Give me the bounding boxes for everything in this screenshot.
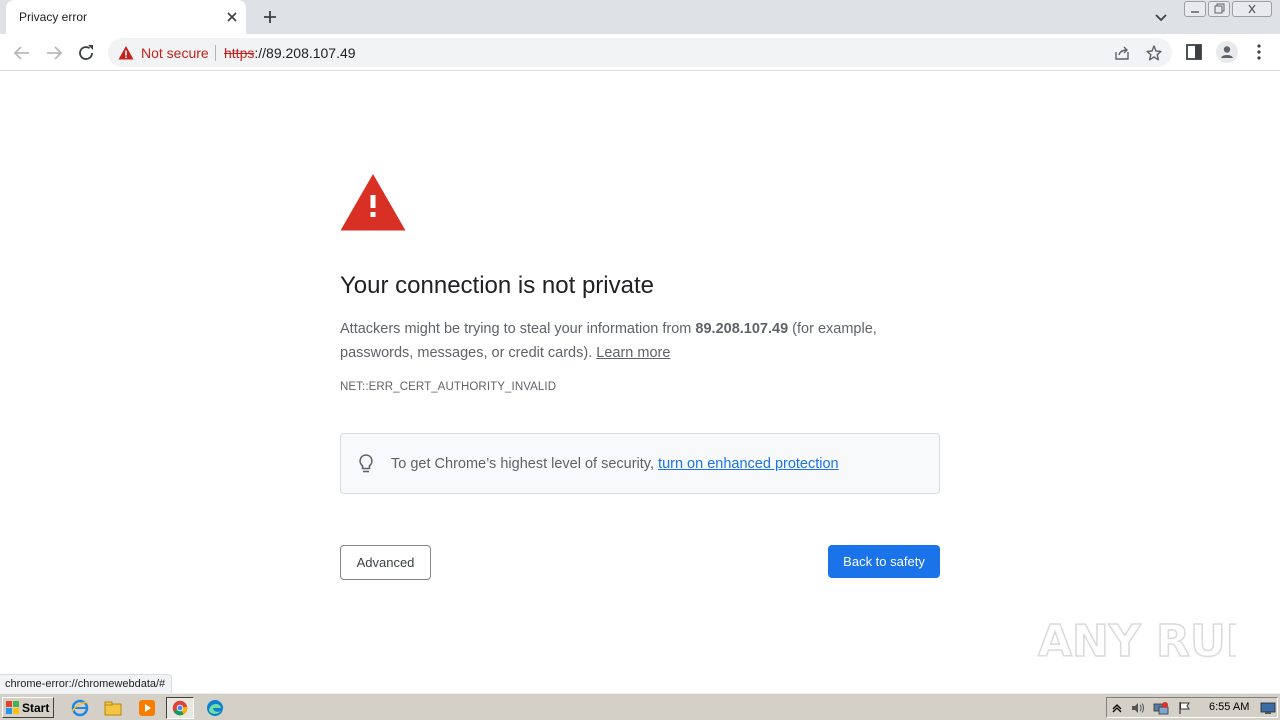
chrome-icon[interactable]	[166, 697, 194, 719]
close-window-button[interactable]	[1232, 1, 1272, 17]
minimize-button[interactable]	[1184, 1, 1206, 17]
interstitial-page: Your connection is not private Attackers…	[0, 72, 1280, 693]
learn-more-link[interactable]: Learn more	[596, 345, 670, 361]
url-scheme: https	[224, 45, 255, 61]
back-to-safety-button[interactable]: Back to safety	[828, 545, 940, 578]
volume-icon[interactable]	[1129, 700, 1145, 716]
lightbulb-icon	[359, 454, 373, 473]
url-text[interactable]: https://89.208.107.49	[224, 45, 356, 61]
enhanced-protection-box: To get Chrome’s highest level of securit…	[340, 433, 940, 494]
tab-title: Privacy error	[19, 10, 88, 24]
close-tab-icon[interactable]	[222, 7, 242, 27]
ie-icon[interactable]	[69, 697, 91, 719]
tab-strip: Privacy error	[0, 0, 1280, 34]
start-button[interactable]: Start	[2, 697, 54, 718]
system-tray: 6:55 AM	[1106, 697, 1278, 718]
error-code: NET::ERR_CERT_AUTHORITY_INVALID	[340, 381, 557, 393]
chevron-down-icon[interactable]	[1150, 6, 1172, 28]
omnibox-separator	[215, 45, 216, 61]
tab-privacy-error[interactable]: Privacy error	[6, 0, 246, 34]
share-icon[interactable]	[1113, 44, 1131, 62]
profile-avatar-icon[interactable]	[1215, 40, 1239, 64]
enhanced-protection-link[interactable]: turn on enhanced protection	[658, 456, 839, 472]
bookmark-star-icon[interactable]	[1145, 44, 1163, 62]
network-icon[interactable]	[1153, 700, 1169, 716]
main-heading: Your connection is not private	[340, 272, 654, 299]
show-hidden-icons-icon[interactable]	[1109, 700, 1125, 716]
kebab-menu-icon[interactable]	[1249, 42, 1269, 62]
edge-icon[interactable]	[204, 697, 226, 719]
explanation-paragraph: Attackers might be trying to steal your …	[340, 317, 940, 365]
side-panel-icon[interactable]	[1184, 42, 1204, 62]
reload-icon[interactable]	[74, 41, 98, 65]
windows-logo-icon	[6, 701, 19, 714]
action-center-flag-icon[interactable]	[1177, 700, 1193, 716]
enhanced-protection-text: To get Chrome’s highest level of securit…	[391, 456, 839, 472]
new-tab-icon[interactable]	[258, 5, 282, 29]
anyrun-watermark: ANY RUN	[1037, 615, 1236, 668]
windows-taskbar: Start 6:55 AM	[0, 693, 1280, 720]
forward-arrow-icon[interactable]	[42, 41, 66, 65]
warning-icon[interactable]	[118, 45, 134, 61]
url-host: ://89.208.107.49	[254, 45, 356, 61]
host-name: 89.208.107.49	[695, 321, 789, 337]
warning-triangle-icon	[340, 174, 406, 231]
restore-button[interactable]	[1208, 1, 1230, 17]
media-player-icon[interactable]	[136, 697, 158, 719]
show-desktop-icon[interactable]	[1260, 700, 1276, 716]
not-secure-label[interactable]: Not secure	[141, 45, 209, 61]
explorer-icon[interactable]	[102, 697, 124, 719]
start-label: Start	[22, 701, 50, 715]
address-bar[interactable]: Not secure https://89.208.107.49	[108, 38, 1172, 67]
status-bubble: chrome-error://chromewebdata/#	[0, 674, 173, 693]
clock[interactable]: 6:55 AM	[1209, 701, 1249, 713]
enhanced-protection-label: To get Chrome’s highest level of securit…	[391, 456, 659, 472]
explanation-text: Attackers might be trying to steal your …	[340, 321, 696, 337]
back-arrow-icon[interactable]	[10, 41, 34, 65]
browser-toolbar: Not secure https://89.208.107.49	[0, 34, 1280, 71]
advanced-button[interactable]: Advanced	[340, 545, 431, 580]
watermark-text: ANY RUN	[1038, 616, 1236, 667]
